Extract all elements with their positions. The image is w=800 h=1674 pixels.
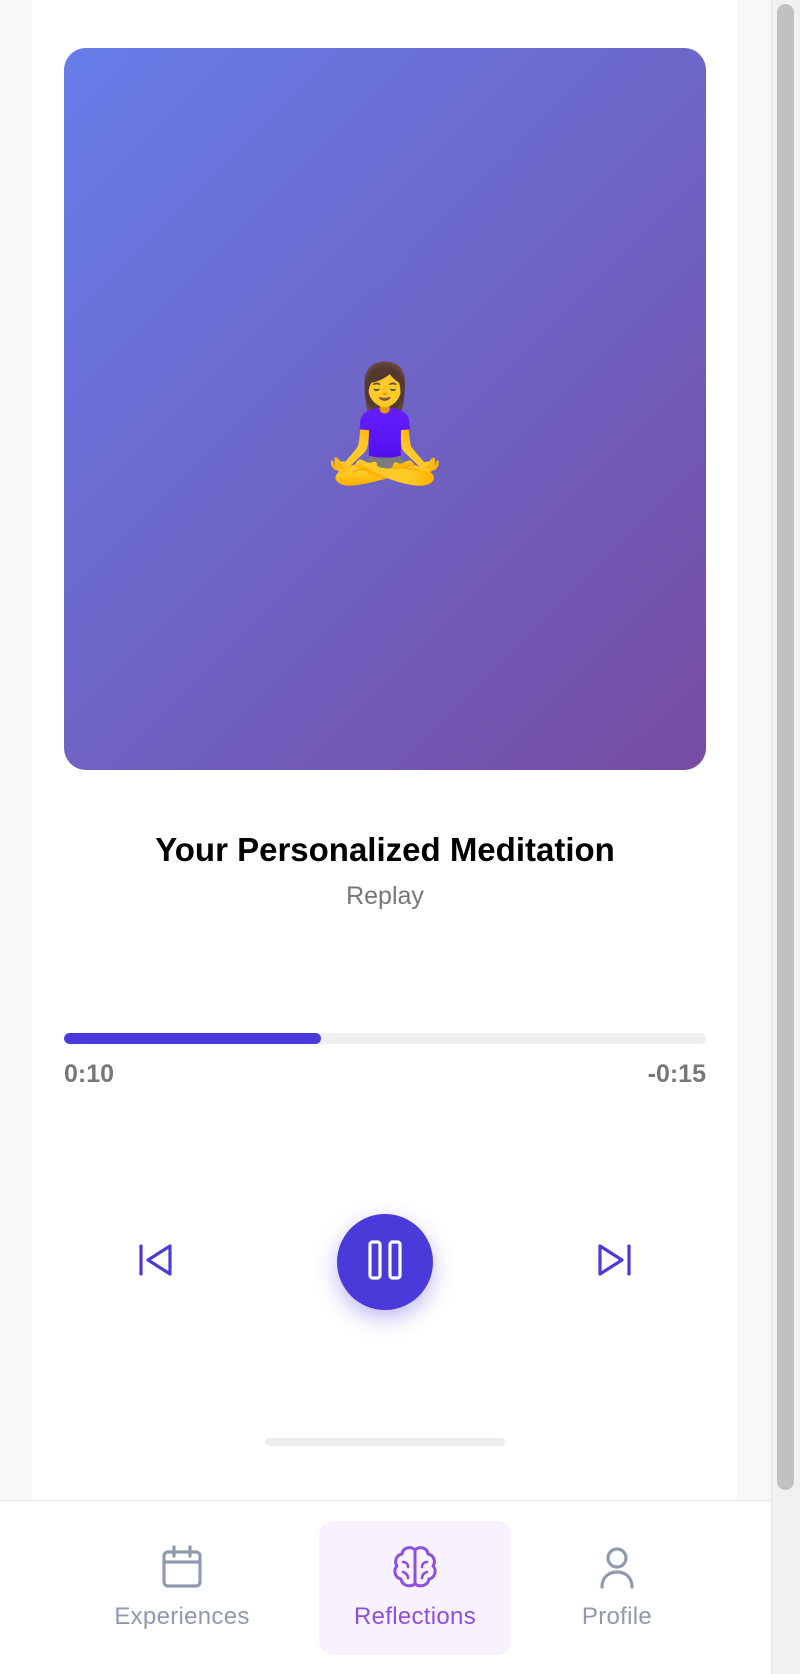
time-elapsed: 0:10 <box>64 1060 115 1088</box>
scrollbar-thumb[interactable] <box>777 4 794 1490</box>
home-indicator <box>265 1438 505 1446</box>
brain-icon <box>391 1543 439 1591</box>
nav-item-experiences[interactable]: Experiences <box>86 1521 278 1655</box>
nav-item-reflections[interactable]: Reflections <box>319 1521 511 1655</box>
nav-label-profile: Profile <box>581 1603 653 1630</box>
pause-button[interactable] <box>337 1214 433 1310</box>
skip-forward-icon <box>594 1242 634 1283</box>
meditation-emoji: 🧘‍♀️ <box>315 361 455 486</box>
skip-back-icon <box>136 1242 176 1283</box>
time-remaining: -0:15 <box>647 1060 706 1088</box>
nav-label-reflections: Reflections <box>353 1603 477 1630</box>
meditation-artwork: 🧘‍♀️ <box>64 48 706 770</box>
pause-icon <box>367 1238 403 1287</box>
track-title: Your Personalized Meditation <box>155 831 615 868</box>
track-subtitle: Replay <box>346 882 424 910</box>
next-button[interactable] <box>584 1232 644 1292</box>
nav-item-profile[interactable]: Profile <box>521 1521 713 1655</box>
calendar-icon <box>160 1543 204 1591</box>
previous-button[interactable] <box>126 1232 186 1292</box>
bottom-nav: Experiences Reflections Profile <box>0 1500 771 1674</box>
progress-fill <box>64 1033 321 1044</box>
user-icon <box>597 1543 637 1591</box>
nav-label-experiences: Experiences <box>114 1603 250 1630</box>
progress-bar[interactable] <box>64 1033 706 1044</box>
